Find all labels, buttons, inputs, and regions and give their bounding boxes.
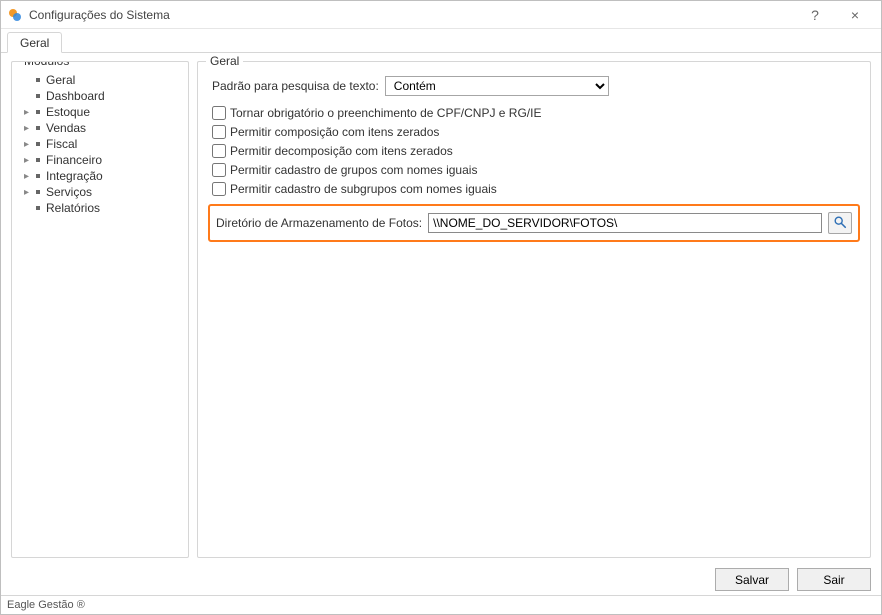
bullet-icon	[36, 206, 40, 210]
sidebar-item-fiscal[interactable]: ▸Fiscal	[20, 136, 180, 152]
photo-dir-label: Diretório de Armazenamento de Fotos:	[216, 216, 422, 230]
check-decomposicao-zerados-box[interactable]	[212, 144, 226, 158]
titlebar: Configurações do Sistema ? ×	[1, 1, 881, 29]
tab-geral[interactable]: Geral	[7, 32, 62, 53]
check-grupos-nomes-iguais[interactable]: Permitir cadastro de grupos com nomes ig…	[212, 163, 862, 177]
check-decomposicao-zerados[interactable]: Permitir decomposição com itens zerados	[212, 144, 862, 158]
sidebar-item-integracao[interactable]: ▸Integração	[20, 168, 180, 184]
chevron-right-icon: ▸	[24, 171, 34, 182]
chevron-right-icon: ▸	[24, 139, 34, 150]
photo-dir-input[interactable]	[428, 213, 822, 233]
chevron-right-icon: ▸	[24, 187, 34, 198]
tabstrip: Geral	[1, 29, 881, 53]
check-grupos-nomes-iguais-box[interactable]	[212, 163, 226, 177]
sidebar-item-relatorios[interactable]: Relatórios	[20, 200, 180, 216]
content-area: Módulos Geral Dashboard ▸Estoque ▸Vendas…	[1, 53, 881, 562]
exit-button[interactable]: Sair	[797, 568, 871, 591]
search-pattern-label: Padrão para pesquisa de texto:	[212, 79, 379, 93]
modules-groupbox: Módulos Geral Dashboard ▸Estoque ▸Vendas…	[11, 61, 189, 558]
check-subgrupos-nomes-iguais[interactable]: Permitir cadastro de subgrupos com nomes…	[212, 182, 862, 196]
sidebar-item-estoque[interactable]: ▸Estoque	[20, 104, 180, 120]
check-subgrupos-nomes-iguais-box[interactable]	[212, 182, 226, 196]
sidebar-item-servicos[interactable]: ▸Serviços	[20, 184, 180, 200]
check-composicao-zerados-box[interactable]	[212, 125, 226, 139]
status-text: Eagle Gestão ®	[7, 599, 85, 611]
modules-legend: Módulos	[20, 61, 73, 68]
sidebar-item-vendas[interactable]: ▸Vendas	[20, 120, 180, 136]
window-title: Configurações do Sistema	[29, 8, 795, 22]
bullet-icon	[36, 94, 40, 98]
check-composicao-zerados[interactable]: Permitir composição com itens zerados	[212, 125, 862, 139]
search-icon	[833, 215, 847, 232]
bullet-icon	[36, 142, 40, 146]
bullet-icon	[36, 190, 40, 194]
general-legend: Geral	[206, 54, 243, 68]
modules-tree: Geral Dashboard ▸Estoque ▸Vendas ▸Fiscal…	[20, 72, 180, 216]
chevron-right-icon: ▸	[24, 123, 34, 134]
checkbox-list: Tornar obrigatório o preenchimento de CP…	[212, 106, 862, 196]
bullet-icon	[36, 110, 40, 114]
app-icon	[7, 7, 23, 23]
photo-dir-row: Diretório de Armazenamento de Fotos:	[208, 204, 860, 242]
statusbar: Eagle Gestão ®	[1, 595, 881, 614]
help-button[interactable]: ?	[795, 1, 835, 28]
save-button[interactable]: Salvar	[715, 568, 789, 591]
sidebar-item-geral[interactable]: Geral	[20, 72, 180, 88]
bullet-icon	[36, 174, 40, 178]
chevron-right-icon: ▸	[24, 107, 34, 118]
chevron-right-icon: ▸	[24, 155, 34, 166]
check-cpf-cnpj-box[interactable]	[212, 106, 226, 120]
close-button[interactable]: ×	[835, 1, 875, 28]
footer-buttons: Salvar Sair	[1, 562, 881, 595]
bullet-icon	[36, 78, 40, 82]
general-groupbox: Geral Padrão para pesquisa de texto: Con…	[197, 61, 871, 558]
bullet-icon	[36, 126, 40, 130]
sidebar-item-financeiro[interactable]: ▸Financeiro	[20, 152, 180, 168]
search-pattern-combo[interactable]: Contém	[385, 76, 609, 96]
check-cpf-cnpj[interactable]: Tornar obrigatório o preenchimento de CP…	[212, 106, 862, 120]
sidebar-item-dashboard[interactable]: Dashboard	[20, 88, 180, 104]
system-config-window: Configurações do Sistema ? × Geral Módul…	[0, 0, 882, 615]
bullet-icon	[36, 158, 40, 162]
search-pattern-row: Padrão para pesquisa de texto: Contém	[212, 76, 862, 96]
browse-button[interactable]	[828, 212, 852, 234]
